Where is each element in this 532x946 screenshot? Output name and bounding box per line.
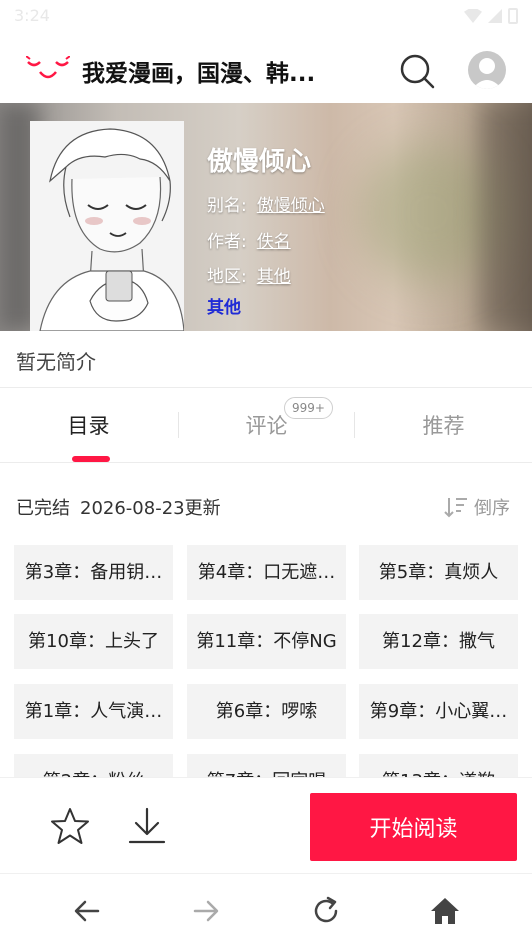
sort-button[interactable]: 倒序 <box>444 494 510 520</box>
site-title: 我爱漫画，国漫、韩... <box>82 61 316 87</box>
download-icon[interactable] <box>126 806 168 846</box>
start-reading-button[interactable]: 开始阅读 <box>310 793 517 861</box>
chapter-item[interactable]: 第13章：道歉 <box>359 754 518 777</box>
cover-illustration <box>30 121 184 331</box>
app-header: 我爱漫画，国漫、韩... <box>0 36 532 103</box>
arrow-right-icon[interactable] <box>189 894 223 928</box>
chapter-item[interactable]: 第3章：备用钥… <box>14 545 173 600</box>
wifi-icon <box>464 9 482 23</box>
region-row: 地区: 其他 <box>207 262 291 287</box>
tab-bar: 目录 评论 推荐 <box>0 388 532 462</box>
comic-title: 傲慢倾心 <box>207 147 312 177</box>
author-row: 作者: 佚名 <box>207 227 291 252</box>
smiley-logo-icon[interactable] <box>26 56 70 84</box>
author-label: 作者: <box>207 232 247 252</box>
battery-icon <box>508 8 518 24</box>
region-link[interactable]: 其他 <box>257 267 291 287</box>
tab-catalog[interactable]: 目录 <box>0 388 177 462</box>
action-bar: 开始阅读 <box>0 777 532 873</box>
chapter-item[interactable]: 第11章：不停NG <box>187 614 346 669</box>
chapter-list: 第3章：备用钥… 第4章：口无遮… 第5章：真烦人 第10章：上头了 第11章：… <box>0 545 532 777</box>
comic-intro: 暂无简介 <box>16 350 96 374</box>
chapter-item[interactable]: 第2章：粉丝 <box>14 754 173 777</box>
chapter-item[interactable]: 第10章：上头了 <box>14 614 173 669</box>
home-icon[interactable] <box>428 894 462 928</box>
hero-background-blur <box>480 103 532 331</box>
update-date: 2026-08-23更新 <box>80 498 221 519</box>
divider <box>0 462 532 463</box>
alias-row: 别名: 傲慢倾心 <box>207 191 325 216</box>
status-icons <box>464 8 518 24</box>
chapter-item[interactable]: 第7章：回家喝 <box>187 754 346 777</box>
status-time: 3:24 <box>14 6 50 25</box>
alias-label: 别名: <box>207 196 247 216</box>
sort-desc-icon <box>444 498 467 518</box>
region-label: 地区: <box>207 267 247 287</box>
chapter-item[interactable]: 第6章：啰嗦 <box>187 684 346 739</box>
tab-recommend[interactable]: 推荐 <box>355 388 532 462</box>
reload-icon[interactable] <box>309 894 343 928</box>
arrow-left-icon[interactable] <box>70 894 104 928</box>
chapter-item[interactable]: 第9章：小心翼… <box>359 684 518 739</box>
sort-label: 倒序 <box>474 498 510 519</box>
alias-link[interactable]: 傲慢倾心 <box>257 196 325 216</box>
catalog-status: 已完结 2026-08-23更新 <box>16 494 221 520</box>
signal-icon <box>488 9 502 23</box>
comic-hero: 傲慢倾心 别名: 傲慢倾心 作者: 佚名 地区: 其他 其他 <box>0 103 532 331</box>
chapter-item[interactable]: 第12章：撒气 <box>359 614 518 669</box>
author-link[interactable]: 佚名 <box>257 232 291 252</box>
chapter-item[interactable]: 第1章：人气演… <box>14 684 173 739</box>
comment-count-badge: 999+ <box>284 397 333 419</box>
chapter-item[interactable]: 第5章：真烦人 <box>359 545 518 600</box>
genre-tag[interactable]: 其他 <box>207 293 241 318</box>
star-outline-icon[interactable] <box>50 806 90 846</box>
completion-status: 已完结 <box>16 498 70 519</box>
browser-nav-bar <box>0 873 532 946</box>
user-avatar-icon[interactable] <box>468 51 506 89</box>
search-icon[interactable] <box>398 52 436 90</box>
status-bar: 3:24 <box>0 0 532 36</box>
comic-cover[interactable] <box>30 121 184 331</box>
hero-background-blur <box>360 143 500 283</box>
chapter-item[interactable]: 第4章：口无遮… <box>187 545 346 600</box>
